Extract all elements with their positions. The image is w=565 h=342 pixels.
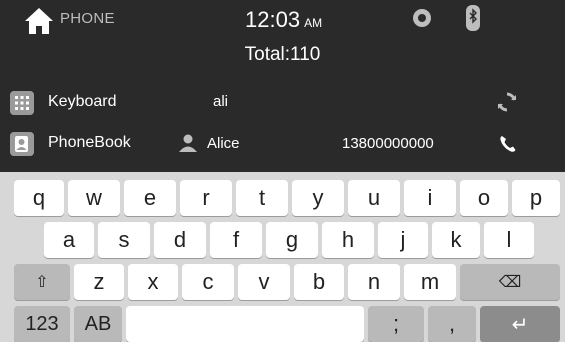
clock-ampm: AM [304,16,323,30]
disc-icon[interactable] [412,8,432,28]
clock: 12:03 AM [245,7,322,33]
home-icon[interactable] [22,6,56,36]
space-key[interactable] [126,306,364,342]
phone-screen: PHONE 12:03 AM Total:110 Keyboard ali Ph… [0,0,565,342]
key-o[interactable]: o [460,180,508,216]
contact-number[interactable]: 13800000000 [342,135,434,152]
bluetooth-icon[interactable] [466,5,480,31]
phonebook-icon [10,132,34,156]
clock-time: 12:03 [245,7,301,32]
key-k[interactable]: k [432,222,480,258]
key-z[interactable]: z [74,264,124,300]
phonebook-row[interactable]: PhoneBook Alice 13800000000 [0,126,565,162]
on-screen-keyboard: q w e r t y u i o p a s d f g h j k l ⇧ … [0,172,565,342]
key-comma[interactable]: , [428,306,476,342]
key-j[interactable]: j [378,222,428,258]
keypad-icon [10,91,34,115]
key-n[interactable]: n [348,264,400,300]
refresh-icon[interactable] [496,91,518,113]
keyboard-label: Keyboard [48,93,117,110]
numbers-key[interactable]: 123 [14,306,70,342]
key-t[interactable]: t [236,180,288,216]
key-b[interactable]: b [294,264,344,300]
key-g[interactable]: g [266,222,318,258]
shift-key[interactable]: ⇧ [14,264,70,300]
search-text[interactable]: ali [213,93,228,110]
key-h[interactable]: h [322,222,374,258]
backspace-key[interactable]: ⌫ [460,264,560,300]
key-y[interactable]: y [292,180,344,216]
phonebook-label: PhoneBook [48,134,131,151]
key-q[interactable]: q [14,180,64,216]
key-w[interactable]: w [68,180,120,216]
key-d[interactable]: d [154,222,206,258]
call-icon[interactable] [497,133,519,155]
person-icon [179,134,197,152]
key-x[interactable]: x [128,264,178,300]
key-f[interactable]: f [210,222,262,258]
key-s[interactable]: s [98,222,150,258]
total-count: Total:110 [244,44,321,65]
contact-name[interactable]: Alice [207,135,240,152]
key-c[interactable]: c [182,264,234,300]
enter-key[interactable]: ↵ [480,306,560,342]
keyboard-row[interactable]: Keyboard ali [0,85,565,121]
key-semicolon[interactable]: ; [368,306,424,342]
key-r[interactable]: r [180,180,232,216]
key-i[interactable]: i [404,180,456,216]
key-m[interactable]: m [404,264,456,300]
key-l[interactable]: l [484,222,534,258]
key-a[interactable]: a [44,222,94,258]
app-title: PHONE [60,10,115,27]
key-u[interactable]: u [348,180,400,216]
key-p[interactable]: p [512,180,560,216]
key-v[interactable]: v [238,264,290,300]
key-e[interactable]: e [124,180,176,216]
layout-toggle-key[interactable]: AB [74,306,122,342]
status-bar: PHONE 12:03 AM [0,0,565,40]
